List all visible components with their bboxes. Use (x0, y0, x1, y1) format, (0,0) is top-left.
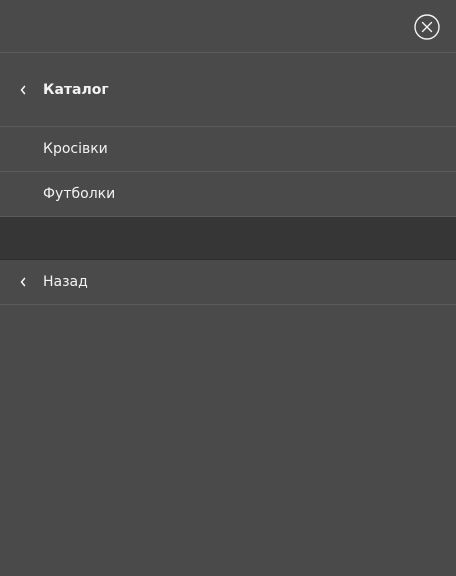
catalog-header-row[interactable]: Каталог (0, 53, 456, 127)
menu-topbar (0, 0, 456, 53)
close-button[interactable] (414, 14, 440, 40)
back-row[interactable]: Назад (0, 260, 456, 305)
chevron-left-icon (19, 85, 27, 95)
close-circle-icon (414, 14, 440, 40)
menu-item-krosivky[interactable]: Кросівки (0, 127, 456, 172)
chevron-left-icon (19, 277, 27, 287)
menu-item-label: Кросівки (43, 141, 108, 157)
menu-item-futbolky[interactable]: Футболки (0, 172, 456, 217)
back-label: Назад (43, 274, 88, 290)
catalog-header-label: Каталог (43, 81, 109, 98)
menu-item-label: Футболки (43, 186, 116, 202)
menu-item-empty[interactable] (0, 217, 456, 260)
mobile-menu: Каталог Кросівки Футболки Назад (0, 0, 456, 576)
